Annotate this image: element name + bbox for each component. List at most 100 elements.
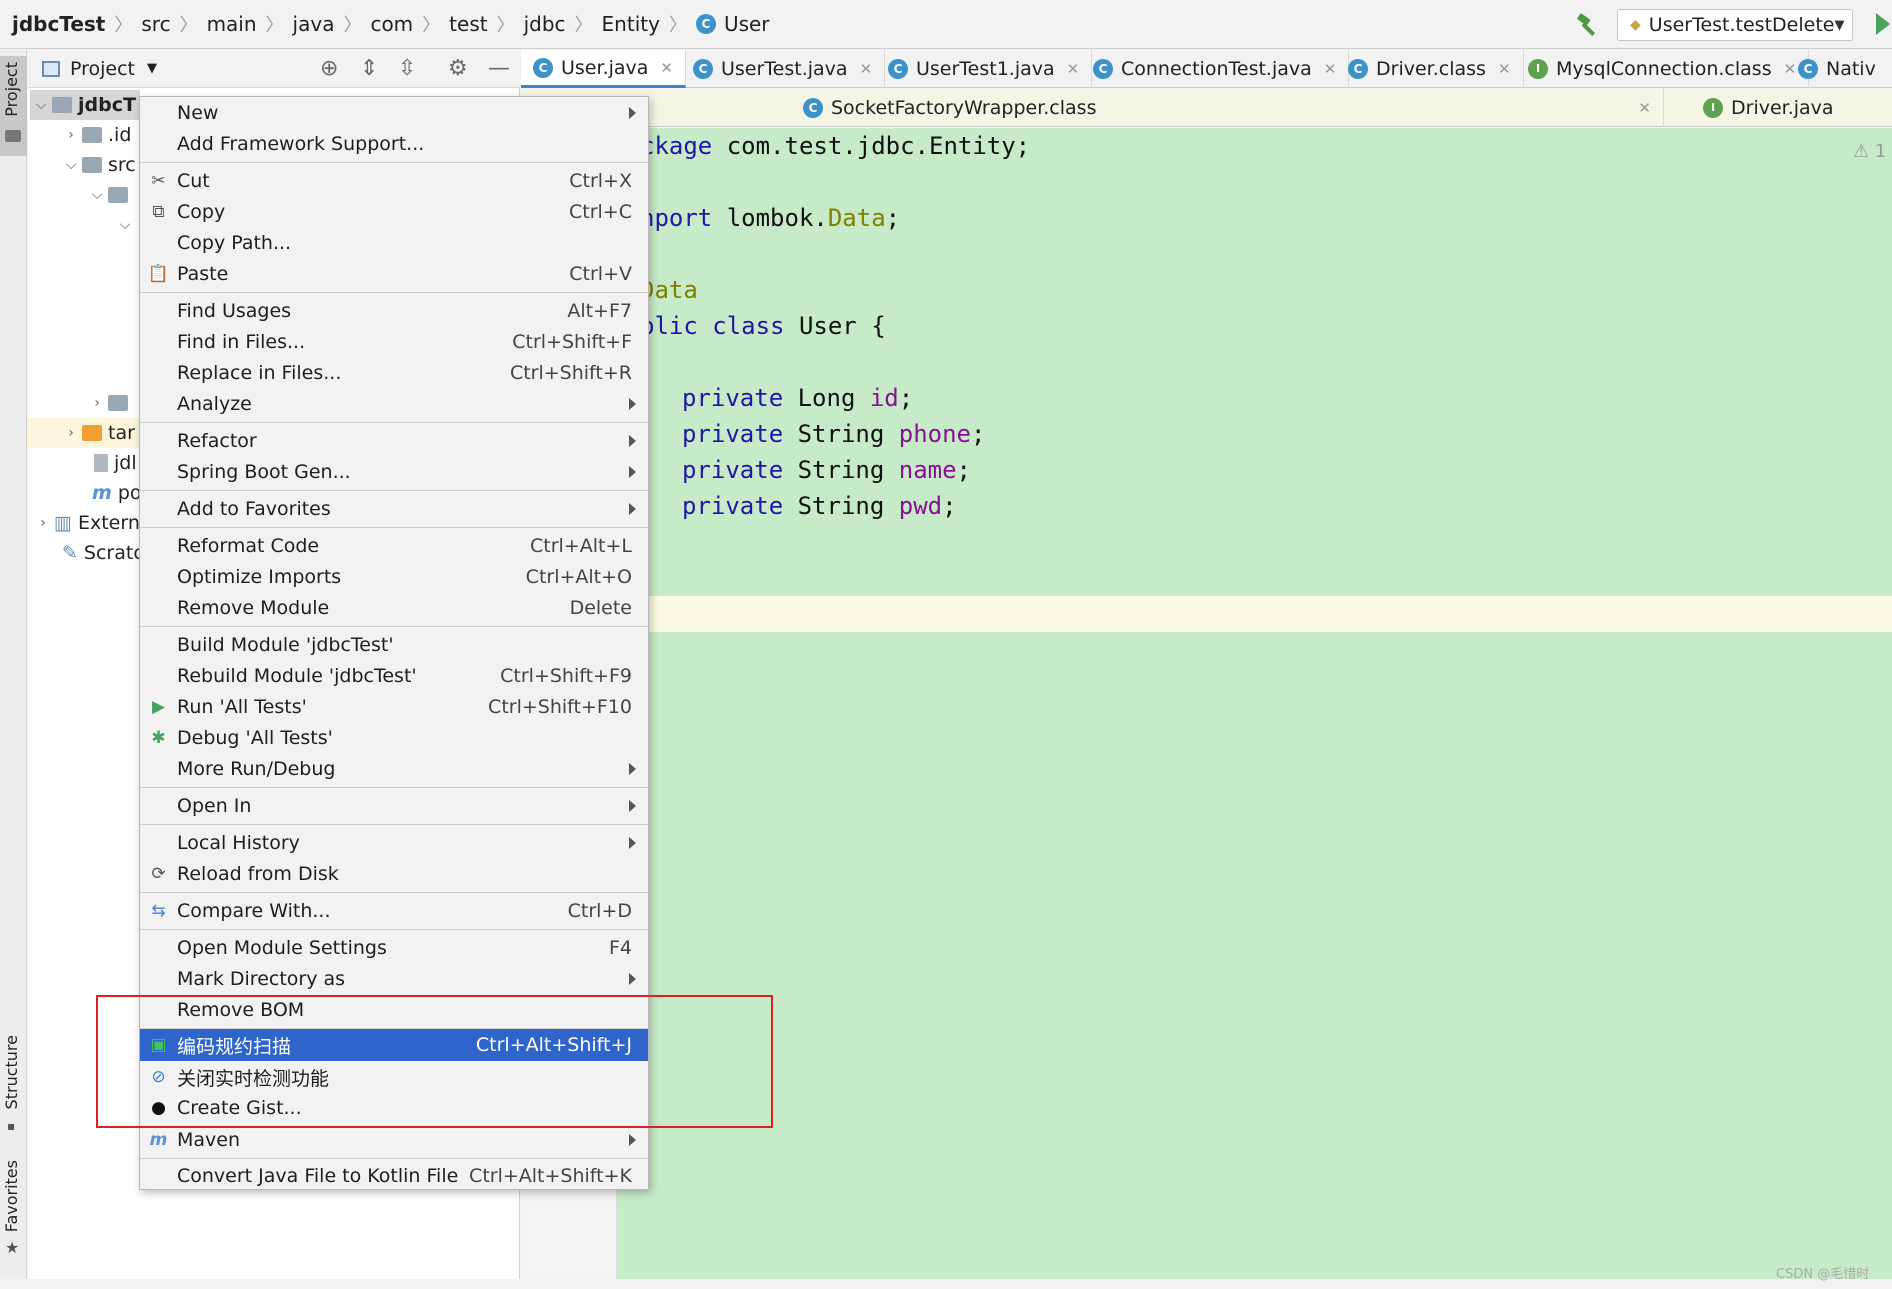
- tab-usertest1-java[interactable]: C UserTest1.java ✕: [876, 50, 1093, 88]
- tab-user-java[interactable]: C User.java ✕: [521, 50, 686, 88]
- close-icon[interactable]: ✕: [860, 60, 873, 78]
- menu-item-spring-boot-gen[interactable]: Spring Boot Gen...: [140, 456, 648, 488]
- favorites-tool-button[interactable]: Favorites ★: [0, 1160, 27, 1260]
- tree-item[interactable]: jdl: [94, 448, 137, 478]
- close-icon[interactable]: ✕: [660, 59, 673, 77]
- menu-item-paste[interactable]: 📋 Paste Ctrl+V: [140, 258, 648, 290]
- menu-item-new[interactable]: New: [140, 97, 648, 129]
- close-icon[interactable]: ✕: [1498, 60, 1511, 78]
- tab-mysqlconnection-class[interactable]: I MysqlConnection.class ✕: [1516, 50, 1810, 88]
- menu-item-copy[interactable]: ⧉ Copy Ctrl+C: [140, 196, 648, 228]
- menu-item-cut[interactable]: ✂ Cut Ctrl+X: [140, 165, 648, 197]
- collapse-all-icon[interactable]: ⇳: [398, 58, 416, 80]
- menu-item-rebuild-module[interactable]: Rebuild Module 'jdbcTest' Ctrl+Shift+F9: [140, 660, 648, 692]
- tree-item[interactable]: › ▥ Extern: [32, 508, 140, 538]
- breadcrumb-item-user[interactable]: C User: [695, 12, 770, 36]
- menu-item-mark-directory-as[interactable]: Mark Directory as: [140, 963, 648, 995]
- menu-separator: [140, 162, 648, 163]
- menu-item-debug-all-tests[interactable]: ✱ Debug 'All Tests': [140, 722, 648, 754]
- menu-item-open-in[interactable]: Open In: [140, 790, 648, 822]
- breadcrumb-item[interactable]: src: [141, 12, 170, 36]
- menu-item-run-all-tests[interactable]: ▶ Run 'All Tests' Ctrl+Shift+F10: [140, 691, 648, 723]
- breadcrumb-item[interactable]: main: [207, 12, 257, 36]
- menu-item-convert-to-kotlin[interactable]: Convert Java File to Kotlin File Ctrl+Alt…: [140, 1160, 648, 1192]
- menu-item-reload-from-disk[interactable]: ⟳ Reload from Disk: [140, 858, 648, 890]
- menu-item-maven[interactable]: m Maven: [140, 1124, 648, 1156]
- menu-item-replace-in-files[interactable]: Replace in Files... Ctrl+Shift+R: [140, 357, 648, 389]
- submenu-arrow-icon: [629, 837, 636, 849]
- breadcrumb-item[interactable]: test: [449, 12, 487, 36]
- breadcrumb-item[interactable]: com: [370, 12, 413, 36]
- menu-item-optimize-imports[interactable]: Optimize Imports Ctrl+Alt+O: [140, 561, 648, 593]
- tree-item[interactable]: ⌵: [114, 210, 136, 240]
- chevron-down-icon[interactable]: ▼: [147, 61, 157, 76]
- menu-item-find-usages[interactable]: Find Usages Alt+F7: [140, 295, 648, 327]
- menu-item-find-in-files[interactable]: Find in Files... Ctrl+Shift+F: [140, 326, 648, 358]
- folder-icon: [5, 130, 21, 142]
- gear-icon[interactable]: ⚙: [448, 58, 468, 80]
- menu-item-add-framework-support[interactable]: Add Framework Support...: [140, 128, 648, 160]
- submenu-arrow-icon: [629, 973, 636, 985]
- highlight-box: [96, 995, 773, 1128]
- menu-item-local-history[interactable]: Local History: [140, 827, 648, 859]
- close-icon[interactable]: ✕: [1638, 99, 1651, 117]
- run-icon[interactable]: [1876, 13, 1890, 35]
- menu-item-copy-path[interactable]: Copy Path...: [140, 227, 648, 259]
- tab-socketfactorywrapper-class[interactable]: C SocketFactoryWrapper.class ✕: [791, 89, 1664, 127]
- maven-icon: m: [92, 482, 112, 504]
- tab-driver-java[interactable]: I Driver.java: [1691, 89, 1846, 127]
- run-icon: ▶: [151, 697, 166, 717]
- project-tool-button[interactable]: Project: [0, 56, 27, 156]
- menu-item-analyze[interactable]: Analyze: [140, 388, 648, 420]
- menu-item-compare-with[interactable]: ⇆ Compare With... Ctrl+D: [140, 895, 648, 927]
- menu-item-open-module-settings[interactable]: Open Module Settings F4: [140, 932, 648, 964]
- current-line-highlight: [617, 596, 1892, 632]
- tab-usertest-java[interactable]: C UserTest.java ✕: [681, 50, 886, 88]
- tab-driver-class[interactable]: C Driver.class ✕: [1336, 50, 1524, 88]
- menu-item-reformat-code[interactable]: Reformat Code Ctrl+Alt+L: [140, 530, 648, 562]
- locate-icon[interactable]: ⊕: [320, 58, 338, 80]
- close-icon[interactable]: ✕: [1067, 60, 1080, 78]
- tree-item[interactable]: ⌵ src: [60, 150, 136, 180]
- tab-native[interactable]: C Nativ: [1786, 50, 1888, 88]
- structure-tool-button[interactable]: Structure ▪: [0, 1035, 27, 1135]
- build-hammer-icon[interactable]: [1575, 12, 1601, 38]
- chevron-right-icon: 〉: [496, 15, 515, 36]
- chevron-right-icon: 〉: [668, 15, 687, 36]
- menu-separator: [140, 892, 648, 893]
- tree-item[interactable]: m po: [92, 478, 142, 508]
- paste-icon: 📋: [147, 264, 170, 284]
- breadcrumb-item[interactable]: jdbcTest: [12, 12, 105, 36]
- chevron-right-icon: 〉: [574, 15, 593, 36]
- breadcrumb-item[interactable]: Entity: [602, 12, 660, 36]
- tree-item[interactable]: › .id: [60, 120, 131, 150]
- breadcrumb-item[interactable]: java: [293, 12, 335, 36]
- chevron-down-icon: ▼: [1834, 17, 1845, 33]
- tab-connectiontest-java[interactable]: C ConnectionTest.java ✕: [1081, 50, 1350, 88]
- breadcrumb-item[interactable]: jdbc: [524, 12, 566, 36]
- class-icon: C: [1093, 59, 1113, 79]
- tree-item[interactable]: ⌵: [86, 180, 134, 210]
- menu-item-add-to-favorites[interactable]: Add to Favorites: [140, 493, 648, 525]
- submenu-arrow-icon: [629, 435, 636, 447]
- code-line: private String name;: [682, 456, 971, 484]
- minimize-icon[interactable]: —: [488, 58, 510, 80]
- warning-indicator[interactable]: ⚠ 1: [1853, 141, 1886, 162]
- expand-all-icon[interactable]: ⇕: [360, 58, 378, 80]
- run-configuration-select[interactable]: ◆ UserTest.testDelete ▼: [1617, 9, 1853, 41]
- code-token: name: [898, 456, 957, 484]
- menu-item-build-module[interactable]: Build Module 'jdbcTest': [140, 629, 648, 661]
- project-view-select[interactable]: Project: [70, 58, 135, 80]
- menu-item-remove-module[interactable]: Remove Module Delete: [140, 592, 648, 624]
- menu-separator: [140, 787, 648, 788]
- tree-item[interactable]: ✎ Scratc: [62, 538, 144, 568]
- menu-separator: [140, 490, 648, 491]
- code-token: ;: [885, 204, 901, 232]
- tree-item-root[interactable]: ⌵ jdbcT: [30, 90, 140, 120]
- code-line: nport lombok.Data;: [640, 204, 900, 232]
- tree-item[interactable]: › tar: [28, 418, 140, 448]
- menu-item-refactor[interactable]: Refactor: [140, 425, 648, 457]
- close-icon[interactable]: ✕: [1324, 60, 1337, 78]
- menu-item-more-run-debug[interactable]: More Run/Debug: [140, 753, 648, 785]
- tree-item[interactable]: ›: [86, 388, 134, 418]
